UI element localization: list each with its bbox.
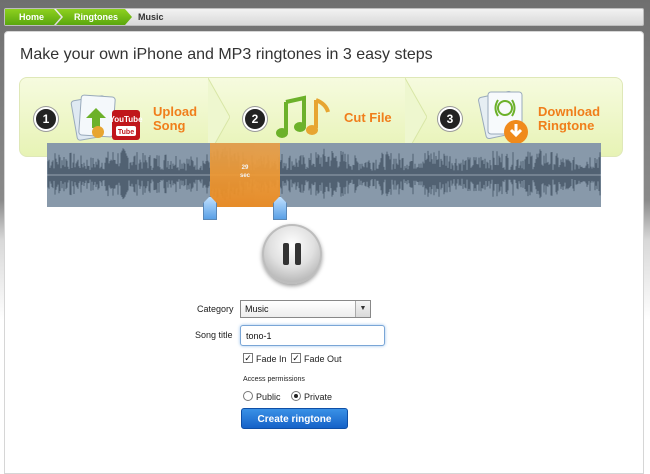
chevron-down-icon[interactable]: ▼: [355, 301, 370, 317]
breadcrumb-ringtones[interactable]: Ringtones: [56, 9, 132, 25]
private-radio[interactable]: [291, 391, 301, 401]
download-ringtone-icon: [476, 86, 536, 150]
step-1-label: Upload Song: [153, 105, 197, 133]
selection-seconds: 29: [241, 165, 249, 171]
step-2-number: 2: [243, 107, 267, 131]
step-2-label: Cut File: [344, 111, 392, 125]
upload-song-youtube-icon: YouTube Tube: [68, 88, 144, 150]
step-2-label-line1: Cut File: [344, 110, 392, 125]
svg-text:Tube: Tube: [118, 129, 134, 136]
step-3-number: 3: [438, 107, 462, 131]
private-label: Private: [304, 392, 333, 402]
category-selected-value: Music: [245, 304, 269, 314]
create-ringtone-button[interactable]: Create ringtone: [241, 408, 348, 429]
step-1-number: 1: [34, 107, 58, 131]
step-3-label-line1: Download: [538, 104, 601, 119]
pause-button[interactable]: [262, 224, 322, 284]
breadcrumb-current: Music: [138, 12, 164, 22]
breadcrumb-home[interactable]: Home: [5, 9, 61, 25]
public-label: Public: [256, 392, 281, 402]
fade-in-label: Fade In: [256, 354, 287, 364]
audio-waveform[interactable]: 29 sec: [47, 143, 601, 207]
fade-out-checkbox[interactable]: ✓: [291, 353, 301, 363]
step-1-label-line1: Upload: [153, 104, 198, 119]
category-select[interactable]: Music ▼: [240, 300, 371, 318]
selection-duration: 29 sec: [210, 164, 280, 180]
step-3-label-line2: Ringtone: [538, 118, 595, 133]
song-title-label: Song title: [195, 330, 233, 340]
music-notes-icon: [276, 92, 336, 144]
fade-out-label: Fade Out: [304, 354, 342, 364]
breadcrumb: Home Ringtones Music: [4, 8, 644, 26]
waveform-graphic: [47, 147, 601, 200]
public-radio[interactable]: [243, 391, 253, 401]
selection-region[interactable]: 29 sec: [210, 143, 280, 207]
page-title: Make your own iPhone and MP3 ringtones i…: [20, 46, 433, 63]
step-1-label-line2: Song: [153, 118, 186, 133]
pause-icon: [295, 243, 301, 265]
selection-unit: sec: [239, 173, 250, 179]
access-permissions-label: Access permissions: [243, 376, 305, 383]
category-label: Category: [197, 304, 234, 314]
youtube-badge-text: YouTube: [109, 115, 143, 124]
pause-icon: [283, 243, 289, 265]
step-3-label: Download Ringtone: [538, 105, 600, 133]
fade-in-checkbox[interactable]: ✓: [243, 353, 253, 363]
song-title-input[interactable]: [240, 325, 385, 346]
